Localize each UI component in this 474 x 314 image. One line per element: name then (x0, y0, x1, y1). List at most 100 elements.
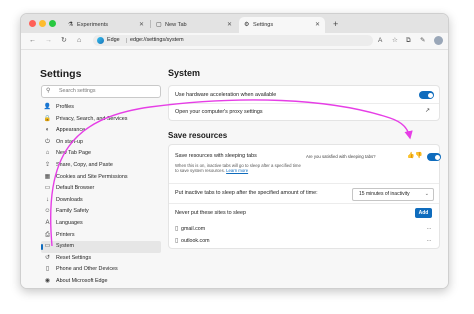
sidebar-title: Settings (40, 68, 82, 80)
feedback-question: Are you satisfied with sleeping tabs? (306, 154, 376, 159)
list-item: ▯ outlook.com ··· (175, 236, 433, 246)
sidebar-item-label: Languages (56, 219, 83, 226)
home-icon[interactable]: ⌂ (77, 35, 81, 47)
thumbs-down-icon[interactable]: 👎 (415, 152, 422, 159)
list-item: ▯ gmail.com ··· (175, 224, 433, 234)
site-name: gmail.com (181, 226, 206, 232)
sidebar-item-family-safety[interactable]: ☺ Family Safety (41, 206, 161, 218)
sidebar-nav: 👤 Profiles 🔒 Privacy, Search, and Services… (41, 102, 161, 288)
edge-icon (97, 37, 104, 44)
refresh-icon[interactable]: ↻ (61, 35, 67, 47)
more-options-icon[interactable]: ··· (427, 224, 432, 234)
sleeping-tabs-description: When this is on, inactive tabs will go t… (175, 163, 305, 174)
dropdown-value: 15 minutes of inactivity (359, 191, 410, 197)
chevron-down-icon: ⌄ (424, 191, 429, 197)
extensions-icon[interactable]: ✎ (420, 35, 425, 47)
sidebar-item-label: Profiles (56, 104, 74, 110)
hardware-accel-toggle[interactable] (419, 91, 434, 99)
sidebar-item-phone-devices[interactable]: ▯ Phone and Other Devices (41, 264, 161, 276)
minimize-window-button[interactable] (39, 20, 46, 27)
sidebar-item-on-start-up[interactable]: ⏻ On start-up (41, 137, 161, 149)
sidebar-item-printers[interactable]: ⎙ Printers (41, 230, 161, 242)
language-icon: A (45, 219, 50, 226)
read-aloud-icon[interactable]: A (378, 35, 382, 47)
sidebar-item-system[interactable]: ▭ System (41, 241, 161, 253)
address-bar[interactable]: Edge edge://settings/system (93, 35, 373, 46)
learn-more-link[interactable]: Learn more (226, 168, 248, 173)
thumbs-up-icon[interactable]: 👍 (407, 152, 414, 159)
never-sleep-label: Never put these sites to sleep (175, 210, 247, 216)
sidebar-item-label: Cookies and Site Permissions (56, 173, 128, 180)
back-icon[interactable]: ← (29, 35, 36, 47)
sleeping-tabs-label: Save resources with sleeping tabs (175, 153, 257, 159)
beaker-icon: ⚗ (68, 22, 74, 28)
cookie-icon: ▦ (44, 173, 51, 180)
favorites-icon[interactable]: ☆ (392, 35, 398, 47)
edge-icon: ◉ (44, 277, 51, 284)
close-window-button[interactable] (29, 20, 36, 27)
sidebar-item-label: Reset Settings (56, 254, 92, 261)
sidebar-item-reset-settings[interactable]: ↺ Reset Settings (41, 253, 161, 265)
gear-icon: ⚙ (244, 22, 250, 28)
close-icon[interactable]: ✕ (139, 17, 144, 33)
sidebar-item-profiles[interactable]: 👤 Profiles (41, 102, 161, 114)
add-site-button[interactable]: Add (415, 208, 432, 218)
sidebar-item-label: Share, Copy, and Paste (56, 161, 113, 168)
browser-window: ⚗ Experiments ✕ ▢ New Tab ✕ ⚙ Settings ✕… (20, 13, 449, 289)
power-icon: ⏻ (45, 138, 50, 145)
sleeping-tabs-toggle[interactable] (427, 153, 441, 161)
collections-icon[interactable]: ⧉ (406, 35, 411, 47)
profile-avatar[interactable] (434, 36, 443, 45)
site-name: outlook.com (181, 238, 210, 244)
share-icon: ⇪ (44, 161, 51, 168)
inactive-time-label: Put inactive tabs to sleep after the spe… (175, 190, 318, 196)
home-icon: ⌂ (45, 150, 50, 157)
sidebar-item-label: Printers (56, 231, 75, 238)
sidebar-item-downloads[interactable]: ↓ Downloads (41, 195, 161, 207)
search-input[interactable]: ⚲ Search settings (41, 85, 161, 98)
sidebar-item-label: Downloads (56, 196, 83, 203)
document-icon: ▯ (175, 226, 179, 232)
new-tab-button[interactable]: + (333, 17, 338, 31)
inactive-time-dropdown[interactable]: 15 minutes of inactivity ⌄ (352, 188, 434, 201)
sidebar-item-label: Appearance (56, 127, 86, 134)
phone-icon: ▯ (45, 266, 50, 273)
search-icon: ⚲ (46, 88, 51, 94)
reset-icon: ↺ (44, 254, 51, 261)
divider (169, 183, 439, 184)
sidebar-item-label: On start-up (56, 138, 83, 145)
tab-new-tab[interactable]: ▢ New Tab ✕ (151, 17, 237, 33)
sidebar-item-appearance[interactable]: ◐ Appearance (41, 125, 161, 137)
divider (169, 203, 439, 204)
sidebar-item-label: New Tab Page (56, 150, 91, 157)
sidebar-item-label: About Microsoft Edge (56, 277, 108, 284)
maximize-window-button[interactable] (49, 20, 56, 27)
tab-label: Experiments (77, 22, 109, 28)
save-resources-card: Save resources with sleeping tabs When t… (168, 144, 441, 249)
search-placeholder: Search settings (59, 88, 96, 94)
close-icon[interactable]: ✕ (227, 17, 232, 33)
external-link-icon[interactable]: ↗ (425, 107, 430, 114)
tab-settings[interactable]: ⚙ Settings ✕ (239, 17, 325, 33)
section-title-system: System (168, 68, 201, 78)
sidebar-item-about-edge[interactable]: ◉ About Microsoft Edge (41, 276, 161, 288)
tab-experiments[interactable]: ⚗ Experiments ✕ (63, 17, 149, 33)
sidebar-item-privacy[interactable]: 🔒 Privacy, Search, and Services (41, 114, 161, 126)
sidebar-item-share-copy-paste[interactable]: ⇪ Share, Copy, and Paste (41, 160, 161, 172)
tab-strip: ⚗ Experiments ✕ ▢ New Tab ✕ ⚙ Settings ✕… (21, 14, 448, 33)
sidebar-item-cookies[interactable]: ▦ Cookies and Site Permissions (41, 172, 161, 184)
close-icon[interactable]: ✕ (315, 17, 320, 33)
sidebar-item-languages[interactable]: A Languages (41, 218, 161, 230)
divider (169, 103, 439, 104)
sidebar-item-label: Phone and Other Devices (56, 266, 118, 273)
monitor-icon: ▭ (44, 243, 51, 250)
more-options-icon[interactable]: ··· (427, 236, 432, 246)
forward-icon[interactable]: → (45, 35, 52, 47)
address-brand: Edge (107, 37, 120, 43)
sidebar-item-default-browser[interactable]: ▭ Default Browser (41, 183, 161, 195)
tab-label: New Tab (165, 22, 187, 28)
sidebar-item-label: Default Browser (56, 185, 95, 192)
printer-icon: ⎙ (45, 231, 50, 238)
download-icon: ↓ (46, 196, 49, 203)
sidebar-item-new-tab-page[interactable]: ⌂ New Tab Page (41, 148, 161, 160)
